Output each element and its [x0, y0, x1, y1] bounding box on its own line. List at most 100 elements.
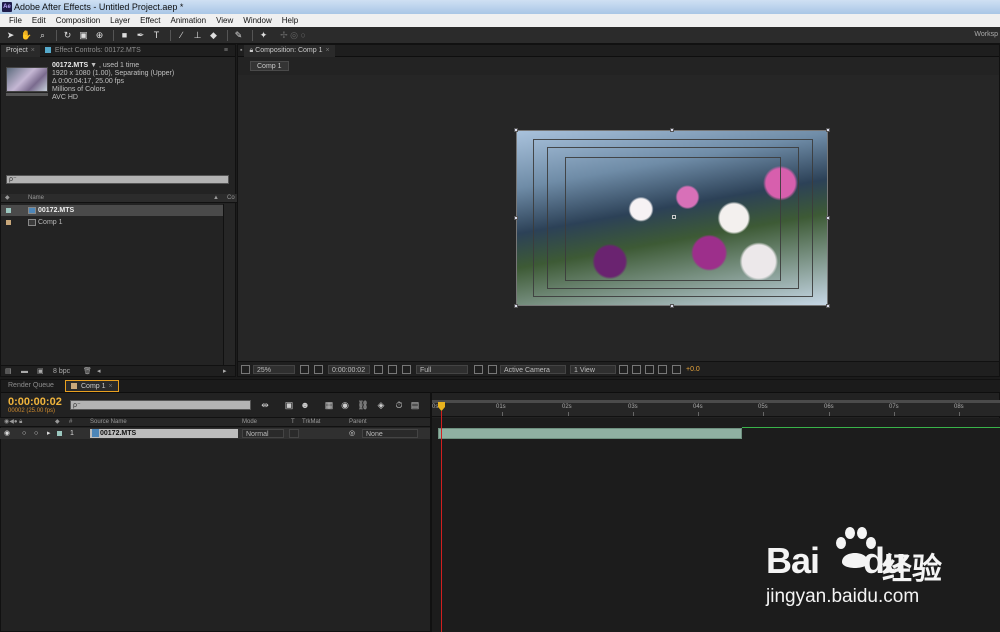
show-snapshot-icon[interactable] [388, 365, 397, 374]
safe-margins-icon[interactable] [300, 365, 309, 374]
render-icon[interactable]: ▤ [409, 399, 421, 411]
menu-file[interactable]: File [4, 14, 27, 27]
pan-behind-tool-icon[interactable]: ⊕ [93, 29, 106, 42]
visibility-eye-icon[interactable]: ◉ [4, 428, 10, 439]
exposure-value[interactable]: +0.0 [686, 362, 700, 377]
transform-handle[interactable] [826, 304, 830, 308]
close-icon[interactable]: × [31, 47, 35, 54]
layer-duration-bar[interactable] [438, 428, 742, 439]
snapshot-icon[interactable] [374, 365, 383, 374]
composition-frame-image[interactable] [516, 130, 828, 306]
menu-composition[interactable]: Composition [51, 14, 105, 27]
transform-handle[interactable] [826, 216, 830, 220]
hand-tool-icon[interactable]: ✋ [20, 29, 33, 42]
pixel-aspect-icon[interactable] [619, 365, 628, 374]
trash-icon[interactable]: 🗑 [83, 366, 92, 377]
name-column-header[interactable]: Name [28, 194, 44, 203]
layer-row[interactable]: ◉ ○ ○ ▸ 1 00172.MTS Normal ◎ None [0, 428, 430, 439]
frame-blending-icon[interactable]: ▦ [323, 399, 335, 411]
menu-help[interactable]: Help [277, 14, 303, 27]
channels-icon[interactable] [402, 365, 411, 374]
pen-tool-icon[interactable]: ✒ [134, 29, 147, 42]
transform-handle[interactable] [826, 128, 830, 132]
color-depth-label[interactable]: 8 bpc [53, 366, 70, 377]
interpret-footage-icon[interactable]: ▤ [5, 366, 12, 377]
project-scrollbar[interactable] [223, 204, 235, 366]
always-preview-icon[interactable] [241, 365, 250, 374]
lock-icon[interactable]: ○ [34, 428, 38, 439]
timeline-icon[interactable] [645, 365, 654, 374]
magnification-dropdown[interactable]: 25% [253, 365, 295, 374]
current-time-display[interactable]: 0:00:00:02 [8, 396, 62, 408]
sort-arrow-icon[interactable]: ▲ [213, 194, 219, 203]
transform-handle[interactable] [514, 216, 518, 220]
t-column-header[interactable]: T [291, 418, 295, 427]
graph-editor-icon[interactable]: ⛓ [357, 399, 369, 411]
reset-exposure-icon[interactable] [672, 365, 681, 374]
trkmat-dropdown[interactable] [289, 429, 299, 438]
selection-tool-icon[interactable]: ➤ [4, 29, 17, 42]
hide-shy-layers-icon[interactable]: ☻ [299, 399, 311, 411]
comment-column-header[interactable]: Co [227, 194, 235, 203]
close-icon[interactable]: × [109, 383, 113, 390]
resolution-dropdown[interactable]: Full [416, 365, 468, 374]
rotate-tool-icon[interactable]: ↻ [61, 29, 74, 42]
menu-layer[interactable]: Layer [105, 14, 135, 27]
solo-icon[interactable]: ○ [22, 428, 26, 439]
timeline-search-input[interactable]: ρ⁻ [70, 400, 251, 410]
new-composition-icon[interactable]: ▣ [37, 366, 44, 377]
project-item-comp[interactable]: Comp 1 [1, 217, 223, 228]
toggle-mask-icon[interactable] [314, 365, 323, 374]
source-name-column-header[interactable]: Source Name [90, 418, 127, 427]
trkmat-column-header[interactable]: TrkMat [302, 418, 320, 427]
label-column-icon[interactable]: ◆ [5, 194, 10, 203]
mini-flowchart-icon[interactable]: ⇹ [259, 399, 271, 411]
pick-whip-icon[interactable]: ◎ [349, 428, 355, 439]
project-search-input[interactable]: ρ⁻ [6, 175, 229, 184]
roto-brush-tool-icon[interactable]: ✎ [232, 29, 245, 42]
parent-dropdown[interactable]: None [362, 429, 418, 438]
menu-animation[interactable]: Animation [165, 14, 211, 27]
camera-dropdown[interactable]: Active Camera [500, 365, 566, 374]
transform-handle[interactable] [514, 128, 518, 132]
tab-effect-controls[interactable]: Effect Controls: 00172.MTS [40, 45, 146, 57]
fast-previews-icon[interactable] [632, 365, 641, 374]
zoom-tool-icon[interactable]: ⌕ [36, 29, 49, 42]
project-item-footage[interactable]: 00172.MTS [1, 205, 223, 216]
current-time-field[interactable]: 0:00:00:02 [328, 365, 370, 374]
layer-name[interactable]: 00172.MTS [90, 429, 238, 438]
motion-blur-icon[interactable]: ◉ [339, 399, 351, 411]
scroll-right-icon[interactable]: ▸ [223, 366, 227, 377]
type-tool-icon[interactable]: T [150, 29, 163, 42]
workspace-label[interactable]: Worksp [974, 31, 998, 38]
panel-menu-icon[interactable]: ≡ [219, 45, 233, 57]
scroll-left-icon[interactable]: ◂ [97, 366, 101, 377]
label-color-swatch[interactable] [57, 431, 62, 436]
rectangle-tool-icon[interactable]: ■ [118, 29, 131, 42]
menu-view[interactable]: View [211, 14, 238, 27]
footage-usage[interactable]: ▼ , used 1 time [90, 62, 139, 69]
transparency-grid-icon[interactable] [488, 365, 497, 374]
label-column-icon[interactable]: ◆ [55, 418, 60, 427]
current-time-line[interactable] [441, 411, 442, 632]
menu-effect[interactable]: Effect [135, 14, 165, 27]
brainstorm-icon[interactable]: ◈ [375, 399, 387, 411]
parent-column-header[interactable]: Parent [349, 418, 367, 427]
label-color-swatch[interactable] [6, 220, 11, 225]
close-icon[interactable]: × [325, 47, 329, 54]
anchor-point-icon[interactable] [672, 215, 676, 219]
eraser-tool-icon[interactable]: ◆ [207, 29, 220, 42]
camera-tool-icon[interactable]: ▣ [77, 29, 90, 42]
tab-composition[interactable]: 🔒︎ Composition: Comp 1 × [244, 44, 335, 57]
composition-viewer[interactable] [238, 75, 999, 361]
puppet-tool-icon[interactable]: ✦ [257, 29, 270, 42]
stopwatch-icon[interactable]: ⏱ [393, 399, 405, 411]
menu-edit[interactable]: Edit [27, 14, 51, 27]
clone-stamp-tool-icon[interactable]: ⊥ [191, 29, 204, 42]
index-column-header[interactable]: # [69, 418, 72, 427]
brush-tool-icon[interactable]: ∕ [175, 29, 188, 42]
transform-handle[interactable] [670, 304, 674, 308]
new-folder-icon[interactable]: ▬ [21, 366, 28, 377]
mode-column-header[interactable]: Mode [242, 418, 257, 427]
blend-mode-dropdown[interactable]: Normal [242, 429, 284, 438]
